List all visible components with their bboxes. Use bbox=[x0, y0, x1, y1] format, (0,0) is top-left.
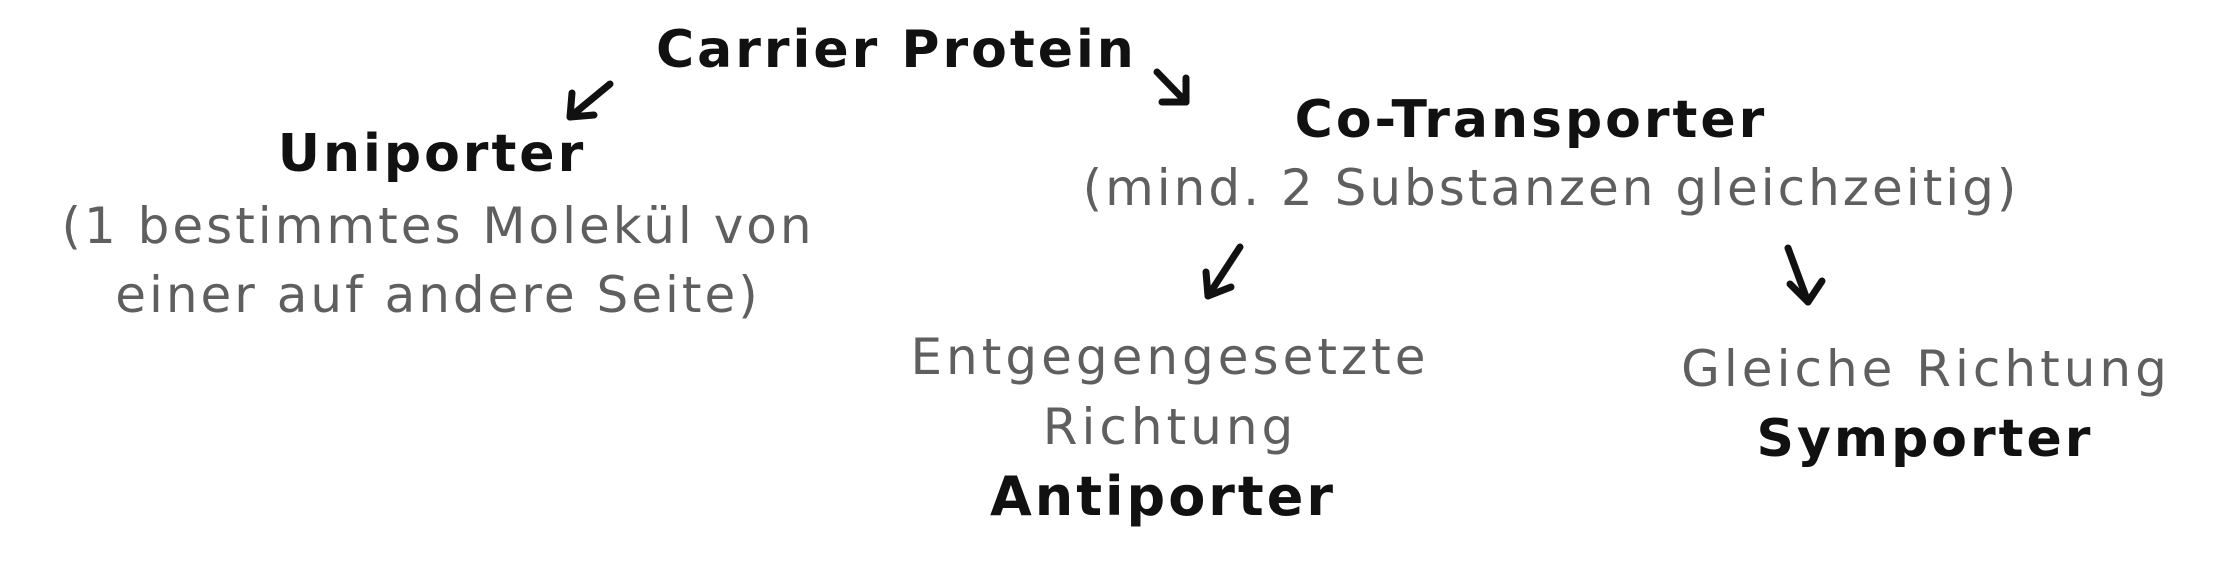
arrow-to-antiporter-head bbox=[1202, 268, 1235, 300]
arrow-to-antiporter bbox=[1204, 243, 1244, 300]
antiporter-description-line1: Entgegengesetzte bbox=[910, 328, 1430, 386]
cotransporter-description: (mind. 2 Substanzen gleichzeitig) bbox=[1082, 159, 2020, 217]
arrow-to-symporter bbox=[1784, 244, 1812, 306]
root-node-label: Carrier Protein bbox=[656, 20, 1137, 80]
uniporter-title: Uniporter bbox=[277, 124, 587, 184]
uniporter-description-line2: einer auf andere Seite) bbox=[115, 266, 761, 324]
arrow-to-cotransporter bbox=[1153, 68, 1190, 106]
arrow-to-uniporter-head bbox=[566, 89, 598, 121]
arrow-to-uniporter bbox=[566, 80, 614, 121]
uniporter-description-line1: (1 bestimmtes Molekül von bbox=[61, 197, 815, 255]
symporter-title: Symporter bbox=[1756, 409, 2094, 469]
arrow-to-cotransporter-head bbox=[1158, 74, 1190, 106]
antiporter-description-line2: Richtung bbox=[1042, 398, 1298, 456]
symporter-description: Gleiche Richtung bbox=[1681, 340, 2171, 398]
antiporter-title: Antiporter bbox=[989, 465, 1337, 528]
arrow-to-symporter-head bbox=[1786, 277, 1826, 306]
cotransporter-title: Co-Transporter bbox=[1294, 90, 1768, 150]
